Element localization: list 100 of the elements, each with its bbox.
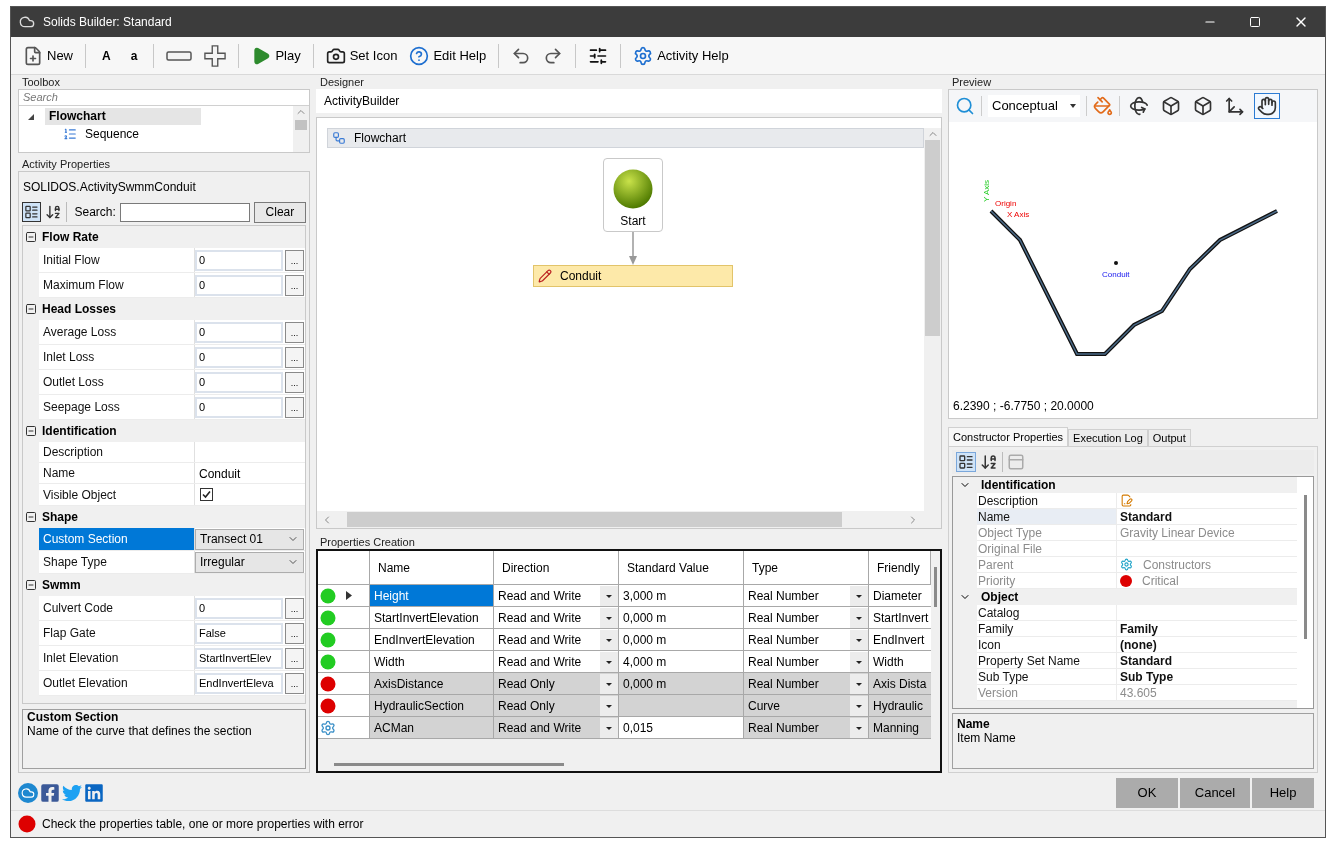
property-row[interactable]: Flap Gate False ... — [39, 621, 305, 646]
ellipsis-button[interactable]: ... — [285, 647, 304, 669]
property-row[interactable]: Seepage Loss 0 ... — [39, 395, 305, 420]
value-field[interactable]: StartInvertElev — [195, 647, 283, 669]
dropdown[interactable]: Transect 01 — [195, 528, 304, 550]
dialog-button[interactable]: Help — [1252, 777, 1314, 808]
property-row[interactable]: Inlet Loss 0 ... — [39, 345, 305, 370]
dialog-button[interactable]: OK — [1116, 777, 1178, 808]
property-row[interactable]: Custom Section Transect 01 — [39, 528, 305, 551]
row-header[interactable] — [318, 651, 370, 673]
property-row[interactable]: Description — [39, 442, 305, 463]
table-cell[interactable]: 0,000 m — [619, 607, 744, 629]
row-header[interactable] — [318, 629, 370, 651]
sort-alphabetical-icon[interactable] — [44, 203, 62, 221]
facebook-icon[interactable] — [40, 782, 60, 803]
table-cell[interactable]: EndInvertElevation — [370, 629, 494, 651]
dropdown-cell[interactable]: Read and Write — [494, 717, 619, 739]
collapse-icon[interactable] — [25, 511, 37, 523]
dropdown[interactable]: Irregular — [195, 551, 304, 573]
toolbar-button[interactable]: Activity Help — [629, 41, 733, 70]
value-field[interactable]: 0 — [195, 396, 283, 418]
value-field[interactable]: False — [195, 622, 283, 644]
table-cell[interactable]: Height — [370, 585, 494, 607]
view-mode-dropdown[interactable]: Conceptual — [988, 95, 1080, 117]
maximize-icon[interactable] — [1249, 16, 1261, 28]
clear-button[interactable]: Clear — [253, 201, 306, 223]
toolbar-button[interactable]: Set Icon — [321, 41, 402, 70]
property-row[interactable]: Outlet Elevation EndInvertEleva ... — [39, 671, 305, 696]
table-cell[interactable]: StartInvertElevation — [370, 607, 494, 629]
search-icon[interactable] — [955, 96, 975, 116]
collapse-icon[interactable] — [25, 231, 37, 243]
tab[interactable]: Constructor Properties — [948, 427, 1069, 446]
scroll-thumb[interactable] — [295, 120, 307, 130]
categorized-icon[interactable] — [22, 202, 41, 222]
collapse-icon[interactable] — [25, 425, 37, 437]
tab[interactable]: Output — [1147, 429, 1191, 446]
value-field[interactable]: 0 — [195, 346, 283, 368]
value-field[interactable]: 0 — [195, 371, 283, 393]
property-row[interactable]: Inlet Elevation StartInvertElev ... — [39, 646, 305, 671]
sort-alphabetical-icon[interactable] — [980, 453, 998, 471]
table-cell[interactable]: 0,000 m — [619, 629, 744, 651]
row-header[interactable] — [318, 695, 370, 717]
table-cell[interactable]: 4,000 m — [619, 651, 744, 673]
property-row[interactable]: Property Set Name Standard — [977, 653, 1297, 669]
font-size-button[interactable]: a — [122, 41, 146, 70]
property-row[interactable]: Visible Object — [39, 484, 305, 506]
property-row[interactable]: Icon (none) — [977, 637, 1297, 653]
property-row[interactable]: Shape Type Irregular — [39, 551, 305, 574]
dialog-button[interactable]: Cancel — [1180, 777, 1250, 808]
cloud-logo-icon[interactable] — [18, 782, 38, 803]
property-row[interactable]: Description — [977, 493, 1297, 509]
table-cell[interactable]: 0,015 — [619, 717, 744, 739]
twitter-icon[interactable] — [62, 782, 82, 803]
toolbar-button[interactable]: Edit Help — [405, 41, 491, 70]
value-field[interactable]: 0 — [195, 274, 283, 296]
toolbar-button[interactable]: Play — [247, 41, 305, 70]
table-cell[interactable]: ACMan — [370, 717, 494, 739]
row-header[interactable] — [318, 717, 370, 739]
table-cell[interactable]: AxisDistance — [370, 673, 494, 695]
ellipsis-button[interactable]: ... — [285, 346, 304, 368]
collapse-icon[interactable] — [25, 303, 37, 315]
search-field[interactable] — [119, 202, 250, 222]
collapse-icon[interactable] — [25, 579, 37, 591]
property-row[interactable]: Family Family — [977, 621, 1297, 637]
table-cell[interactable]: Width — [370, 651, 494, 673]
ellipsis-button[interactable]: ... — [285, 274, 304, 296]
row-header[interactable] — [318, 607, 370, 629]
property-label[interactable]: Custom Section — [39, 528, 195, 550]
ellipsis-button[interactable]: ... — [285, 622, 304, 644]
vertical-scrollbar[interactable] — [924, 128, 941, 511]
table-cell[interactable] — [619, 695, 744, 717]
scroll-thumb[interactable] — [1303, 495, 1307, 639]
toolbar-button[interactable]: New — [19, 41, 77, 70]
row-header[interactable] — [318, 585, 370, 607]
property-label[interactable]: Name — [39, 463, 195, 483]
property-row[interactable]: Name Standard — [977, 509, 1297, 525]
value-field[interactable]: 0 — [195, 249, 283, 271]
property-row[interactable]: Maximum Flow 0 ... — [39, 273, 305, 298]
tree-item[interactable]: Flowchart — [45, 108, 201, 125]
row-header[interactable] — [318, 673, 370, 695]
tree-item[interactable]: Sequence — [81, 125, 144, 142]
property-row[interactable]: Culvert Code 0 ... — [39, 596, 305, 621]
paint-bucket-icon[interactable] — [1093, 96, 1113, 116]
property-label[interactable]: Visible Object — [39, 484, 195, 505]
value-field[interactable]: 0 — [195, 597, 283, 619]
table-cell[interactable]: 3,000 m — [619, 585, 744, 607]
property-row[interactable]: Sub Type Sub Type — [977, 669, 1297, 685]
scroll-thumb[interactable] — [347, 512, 842, 527]
property-row[interactable]: Name Conduit — [39, 463, 305, 484]
scroll-thumb[interactable] — [334, 762, 564, 766]
table-cell[interactable]: HydraulicSection — [370, 695, 494, 717]
categorized-icon[interactable] — [956, 452, 976, 472]
ellipsis-button[interactable]: ... — [285, 249, 304, 271]
property-row[interactable]: Average Loss 0 ... — [39, 320, 305, 345]
activity-node[interactable]: Conduit — [533, 265, 733, 287]
scroll-thumb[interactable] — [934, 567, 937, 607]
ellipsis-button[interactable]: ... — [285, 371, 304, 393]
ellipsis-button[interactable]: ... — [285, 321, 304, 343]
view-tool-button[interactable] — [1254, 93, 1280, 119]
value-field[interactable]: 0 — [195, 321, 283, 343]
